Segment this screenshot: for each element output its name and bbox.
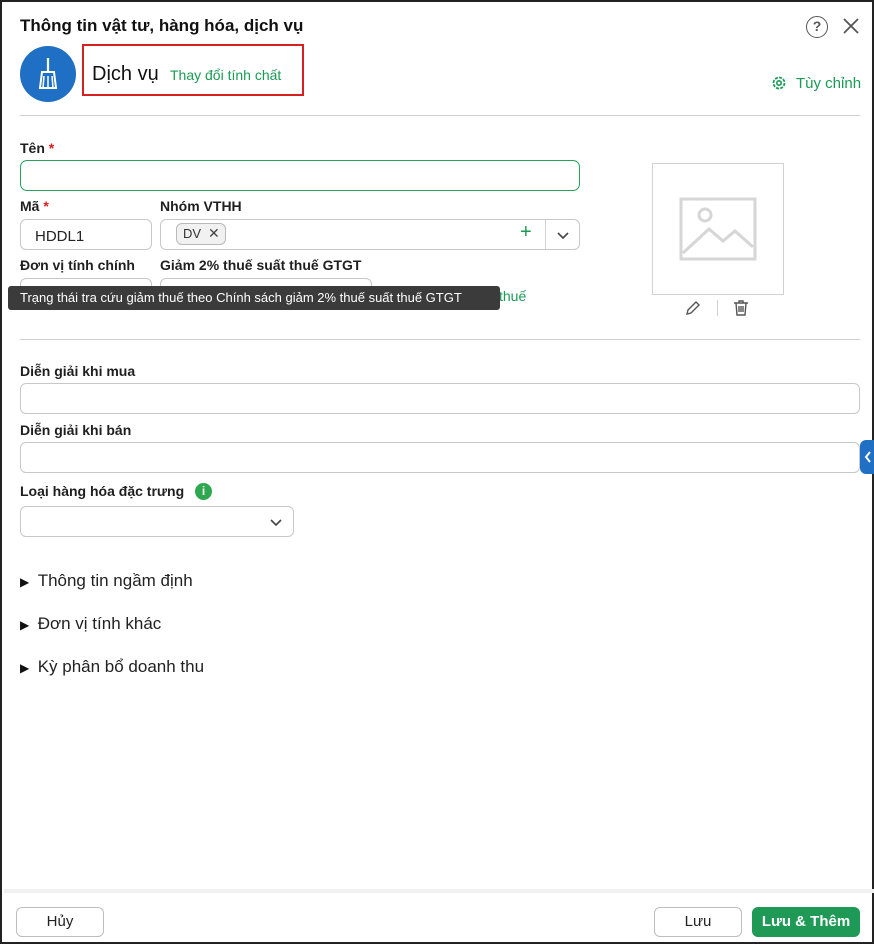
item-kind-label: Dịch vụ [92, 63, 159, 85]
tax-lookup-link[interactable]: thuế [499, 288, 526, 304]
section-default-info[interactable]: ▶ Thông tin ngầm định [20, 571, 193, 591]
purchase-desc-input[interactable] [20, 383, 860, 414]
name-label: Tên * [20, 140, 55, 156]
chevron-down-icon[interactable] [268, 514, 284, 530]
code-label: Mã * [20, 198, 49, 214]
group-label: Nhóm VTHH [160, 198, 242, 214]
change-kind-link[interactable]: Thay đổi tính chất [170, 67, 281, 83]
select-divider [545, 220, 546, 249]
tax-reduction-label: Giảm 2% thuế suất thuế GTGT [160, 257, 362, 273]
name-input[interactable] [20, 160, 580, 191]
side-panel-tab[interactable] [860, 440, 874, 474]
caret-right-icon: ▶ [20, 618, 30, 632]
special-goods-label: Loại hàng hóa đặc trưng [20, 483, 185, 499]
image-placeholder-icon [679, 197, 757, 261]
dialog-title: Thông tin vật tư, hàng hóa, dịch vụ [20, 16, 304, 35]
gear-icon[interactable] [770, 74, 788, 92]
chip-remove-icon[interactable]: ✕ [208, 225, 220, 242]
save-and-add-button[interactable]: Lưu & Thêm [752, 907, 860, 937]
tax-tooltip: Trạng thái tra cứu giảm thuế theo Chính … [8, 286, 500, 310]
add-group-button[interactable]: + [520, 221, 532, 244]
caret-right-icon: ▶ [20, 575, 30, 589]
close-icon[interactable] [840, 15, 862, 37]
section-revenue-period[interactable]: ▶ Kỳ phân bổ doanh thu [20, 657, 204, 677]
code-value: HDDL1 [35, 228, 85, 245]
image-placeholder[interactable] [652, 163, 784, 295]
customize-link[interactable]: Tùy chỉnh [796, 75, 861, 92]
cancel-button[interactable]: Hủy [16, 907, 104, 937]
dialog-window: Thông tin vật tư, hàng hóa, dịch vụ ? Dị… [0, 0, 874, 944]
save-button[interactable]: Lưu [654, 907, 742, 937]
info-icon[interactable]: i [195, 483, 212, 500]
group-chip-label: DV [183, 226, 202, 241]
sale-desc-input[interactable] [20, 442, 860, 473]
image-actions-divider [717, 300, 718, 316]
pencil-icon[interactable] [684, 299, 702, 317]
section-other-units[interactable]: ▶ Đơn vị tính khác [20, 614, 161, 634]
purchase-desc-label: Diễn giải khi mua [20, 363, 136, 379]
sale-desc-label: Diễn giải khi bán [20, 422, 132, 438]
broom-icon [20, 46, 76, 102]
help-icon[interactable]: ? [806, 16, 828, 38]
caret-right-icon: ▶ [20, 661, 30, 675]
footer-divider [4, 889, 874, 893]
chevron-down-icon[interactable] [555, 227, 571, 243]
unit-label: Đơn vị tính chính [20, 257, 135, 273]
header-divider [20, 115, 860, 116]
section-divider [20, 339, 860, 340]
trash-icon[interactable] [732, 299, 750, 317]
special-goods-select[interactable] [20, 506, 294, 537]
